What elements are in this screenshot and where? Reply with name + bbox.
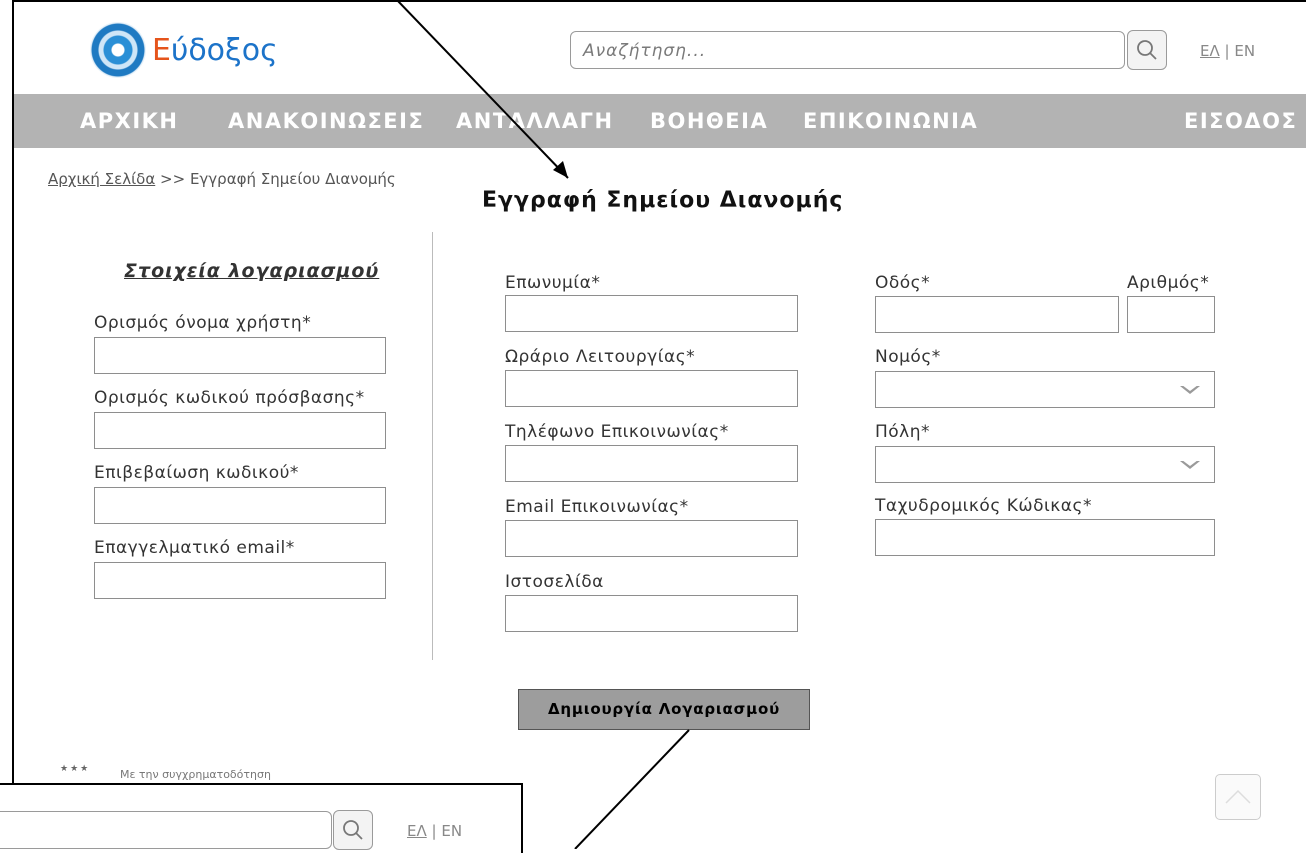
annotation-arrows: [396, 0, 690, 849]
arrow-top-line: [396, 0, 569, 179]
arrow-bottom-line: [574, 729, 690, 849]
